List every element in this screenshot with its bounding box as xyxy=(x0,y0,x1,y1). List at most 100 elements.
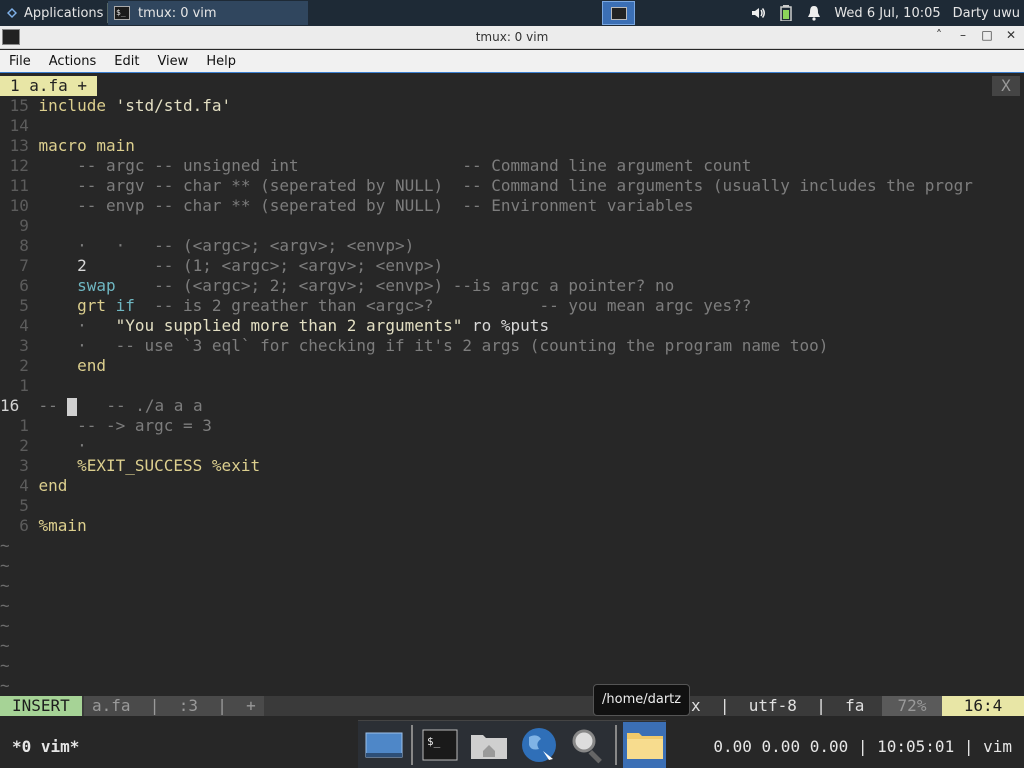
bell-icon[interactable] xyxy=(806,5,822,21)
code-token: · · -- (<argc>; <argv>; <envp>) xyxy=(38,236,415,255)
code-line[interactable]: 8 · · -- (<argc>; <argv>; <envp>) xyxy=(0,236,414,256)
window-title: tmux: 0 vim xyxy=(475,30,549,44)
code-token: 'std/std.fa' xyxy=(115,96,232,115)
code-line[interactable]: 11 -- argv -- char ** (seperated by NULL… xyxy=(0,176,973,196)
code-line[interactable]: 3 %EXIT_SUCCESS %exit xyxy=(0,456,260,476)
text-cursor xyxy=(67,397,78,416)
empty-line-marker: ~ xyxy=(0,656,10,675)
search-icon[interactable] xyxy=(566,722,609,768)
code-line[interactable]: 13 macro main xyxy=(0,136,135,156)
menu-actions[interactable]: Actions xyxy=(40,54,106,69)
dock-tooltip: /home/dartz xyxy=(593,684,691,716)
line-number: 13 xyxy=(0,136,39,155)
window-titlebar[interactable]: tmux: 0 vim ˄ – □ ✕ xyxy=(0,26,1024,49)
code-line[interactable]: 4 end xyxy=(0,476,67,496)
system-tray: Wed 6 Jul, 10:05 Darty uwu xyxy=(750,0,1024,26)
battery-icon[interactable] xyxy=(778,5,794,21)
line-number: 11 xyxy=(0,176,39,195)
code-token: · xyxy=(38,436,87,455)
line-number: 5 xyxy=(0,496,39,515)
code-line[interactable]: 7 2 -- (1; <argc>; <argv>; <envp>) xyxy=(0,256,443,276)
code-line[interactable]: 1 -- -> argc = 3 xyxy=(0,416,212,436)
terminal-icon: $_ xyxy=(114,6,130,20)
code-line[interactable]: 2 end xyxy=(0,356,106,376)
code-token: -- argv -- char ** (seperated by NULL) -… xyxy=(38,176,973,195)
window-close-button[interactable]: ✕ xyxy=(1004,28,1018,42)
line-number: 5 xyxy=(0,296,39,315)
code-token: -- argc -- unsigned int -- Command line … xyxy=(38,156,752,175)
code-line[interactable]: 15 include 'std/std.fa' xyxy=(0,96,232,116)
line-number: 1 xyxy=(0,416,39,435)
vim-mode-indicator: INSERT xyxy=(0,696,82,716)
line-number: 6 xyxy=(0,276,39,295)
code-token: ro %puts xyxy=(462,316,550,335)
line-number: 12 xyxy=(0,156,39,175)
vim-tab-close-button[interactable]: X xyxy=(992,76,1020,96)
terminal-area[interactable]: 1 a.fa + X 15 include 'std/std.fa' 14 13… xyxy=(0,74,1024,768)
tmux-window-label[interactable]: *0 vim* xyxy=(12,736,79,758)
code-line[interactable]: 5 grt if -- is 2 greather than <argc>? -… xyxy=(0,296,751,316)
applications-menu-button[interactable]: Applications xyxy=(0,0,108,26)
line-number: 2 xyxy=(0,356,39,375)
code-line[interactable]: 6 %main xyxy=(0,516,87,536)
code-token: "You supplied more than 2 arguments" xyxy=(115,316,463,335)
folder-icon[interactable] xyxy=(622,721,667,768)
line-number: 9 xyxy=(0,216,39,235)
window-minimize-button[interactable]: – xyxy=(956,28,970,42)
workspace-switcher[interactable] xyxy=(602,1,635,25)
vim-statusline: INSERT a.fa | :3 | + unix | utf-8 | fa 7… xyxy=(0,696,1024,716)
code-line[interactable]: 6 swap -- (<argc>; 2; <argv>; <envp>) --… xyxy=(0,276,674,296)
menubar: File Actions Edit View Help xyxy=(0,50,1024,73)
window-maximize-button[interactable]: □ xyxy=(980,28,994,42)
line-number: 15 xyxy=(0,96,39,115)
taskbar-window-button[interactable]: $_ tmux: 0 vim xyxy=(108,1,308,25)
empty-line-marker: ~ xyxy=(0,596,10,615)
vim-cursor-position: 16:4 xyxy=(942,696,1024,716)
applications-label: Applications xyxy=(24,5,104,21)
user-name[interactable]: Darty uwu xyxy=(953,6,1020,21)
line-number: 8 xyxy=(0,236,39,255)
code-line[interactable]: 1 xyxy=(0,376,39,396)
code-token: %main xyxy=(38,516,87,535)
clock[interactable]: Wed 6 Jul, 10:05 xyxy=(834,6,940,21)
code-line[interactable]: 9 xyxy=(0,216,39,236)
svg-text:$_: $_ xyxy=(427,735,441,748)
window-shade-button[interactable]: ˄ xyxy=(932,28,946,42)
show-desktop-icon[interactable] xyxy=(362,722,405,768)
code-line[interactable]: 14 xyxy=(0,116,39,136)
code-token: %EXIT_SUCCESS %exit xyxy=(38,456,261,475)
menu-help[interactable]: Help xyxy=(197,54,245,69)
speaker-icon[interactable] xyxy=(750,5,766,21)
code-line[interactable]: 2 · xyxy=(0,436,87,456)
line-number: 10 xyxy=(0,196,39,215)
code-line[interactable]: 16 -- -- ./a a a xyxy=(0,396,203,416)
line-number: 1 xyxy=(0,376,39,395)
code-line[interactable]: 4 · "You supplied more than 2 arguments"… xyxy=(0,316,549,336)
vim-tab-active[interactable]: 1 a.fa + xyxy=(0,76,98,96)
code-token: -- ./a a a xyxy=(77,396,203,415)
line-number: 3 xyxy=(0,456,39,475)
terminal-icon[interactable]: $_ xyxy=(419,722,462,768)
empty-line-marker: ~ xyxy=(0,676,10,695)
code-token: macro main xyxy=(38,136,135,155)
menu-view[interactable]: View xyxy=(148,54,197,69)
applications-icon xyxy=(7,8,17,18)
tmux-status-right: 0.00 0.00 0.00 | 10:05:01 | vim xyxy=(713,737,1012,756)
code-line[interactable]: 10 -- envp -- char ** (seperated by NULL… xyxy=(0,196,694,216)
vim-file-info: a.fa | :3 | + xyxy=(84,696,264,716)
empty-line-marker: ~ xyxy=(0,616,10,635)
home-folder-icon[interactable] xyxy=(468,722,511,768)
code-line[interactable]: 5 xyxy=(0,496,39,516)
code-line[interactable]: 12 -- argc -- unsigned int -- Command li… xyxy=(0,156,752,176)
line-number: 4 xyxy=(0,316,39,335)
empty-line-marker: ~ xyxy=(0,636,10,655)
menu-edit[interactable]: Edit xyxy=(105,54,148,69)
code-token: grt xyxy=(38,296,116,315)
code-line[interactable]: 3 · -- use `3 eql` for checking if it's … xyxy=(0,336,828,356)
workspace-icon xyxy=(610,6,627,20)
code-token: · -- use `3 eql` for checking if it's 2 … xyxy=(38,336,829,355)
vim-scroll-percent: 72% xyxy=(882,696,942,716)
web-browser-icon[interactable] xyxy=(517,722,560,768)
menu-file[interactable]: File xyxy=(0,54,40,69)
window-controls: ˄ – □ ✕ xyxy=(932,28,1018,42)
